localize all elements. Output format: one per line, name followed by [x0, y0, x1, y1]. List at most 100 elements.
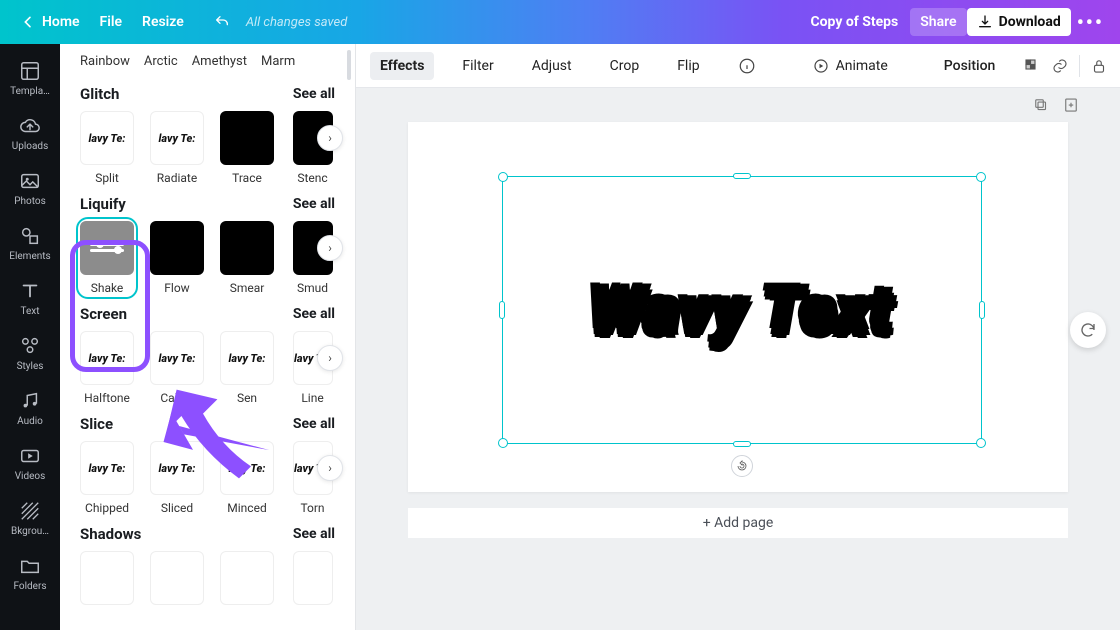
nav-styles[interactable]: Styles: [0, 327, 60, 376]
tool-flip[interactable]: Flip: [667, 52, 709, 80]
tool-effects[interactable]: Effects: [370, 52, 434, 80]
tool-info[interactable]: [728, 51, 766, 81]
cloud-upload-icon: [19, 115, 41, 137]
section-title: Slice: [80, 415, 113, 433]
canvas-page[interactable]: Wavy Text: [408, 122, 1068, 492]
chevron-left-icon: [20, 14, 36, 30]
resize-edge[interactable]: [979, 301, 985, 319]
effect-radiate[interactable]: lavy Te:Radiate: [150, 111, 204, 185]
resize-handle[interactable]: [498, 172, 508, 182]
resize-handle[interactable]: [976, 172, 986, 182]
effect-split[interactable]: lavy Te:Split: [80, 111, 134, 185]
refresh-icon: [1079, 321, 1097, 339]
section-title: Liquify: [80, 195, 126, 213]
transparency-button[interactable]: [1023, 57, 1041, 75]
nav-templates[interactable]: Templa…: [0, 52, 60, 101]
link-button[interactable]: [1051, 57, 1069, 75]
effect-shadow-2[interactable]: [150, 551, 204, 605]
hatch-icon: [19, 500, 41, 522]
info-icon: [738, 57, 756, 75]
home-button[interactable]: Home: [10, 8, 90, 36]
text-element[interactable]: Wavy Text: [503, 177, 981, 443]
folder-icon: [19, 555, 41, 577]
effects-panel: Rainbow Arctic Amethyst Marm Glitch See a…: [60, 44, 356, 630]
tool-crop[interactable]: Crop: [600, 52, 650, 80]
shapes-icon: [19, 225, 41, 247]
scroll-right-button[interactable]: ›: [317, 345, 343, 371]
category-chip[interactable]: Arctic: [144, 54, 178, 69]
canvas-toolbar: Effects Filter Adjust Crop Flip Animate …: [356, 44, 1120, 88]
file-menu[interactable]: File: [90, 8, 133, 36]
effect-trace[interactable]: Trace: [220, 111, 274, 185]
see-all-link[interactable]: See all: [293, 196, 335, 212]
download-button[interactable]: Download: [967, 8, 1071, 36]
canvas-stage: Wavy Text + Add page: [356, 88, 1120, 630]
add-page-button[interactable]: [1062, 96, 1080, 118]
download-icon: [977, 14, 993, 30]
tutorial-arrow: [150, 380, 280, 504]
category-chip[interactable]: Marm: [261, 54, 295, 69]
music-icon: [19, 390, 41, 412]
resize-edge[interactable]: [733, 173, 751, 179]
add-page-icon: [1062, 96, 1080, 114]
see-all-link[interactable]: See all: [293, 86, 335, 102]
see-all-link[interactable]: See all: [293, 306, 335, 322]
animate-icon: [812, 57, 830, 75]
see-all-link[interactable]: See all: [293, 526, 335, 542]
nav-folders[interactable]: Folders: [0, 547, 60, 596]
undo-icon: [214, 14, 230, 30]
selection-box[interactable]: Wavy Text: [502, 176, 982, 444]
see-all-link[interactable]: See all: [293, 416, 335, 432]
video-icon: [19, 445, 41, 467]
tool-adjust[interactable]: Adjust: [522, 52, 582, 80]
resize-edge[interactable]: [499, 301, 505, 319]
category-chip[interactable]: Amethyst: [192, 54, 247, 69]
link-icon: [1051, 57, 1069, 75]
effect-shadow-1[interactable]: [80, 551, 134, 605]
home-label: Home: [42, 14, 80, 30]
effect-shadow-4[interactable]: [290, 551, 335, 605]
tool-animate[interactable]: Animate: [802, 51, 898, 81]
more-menu[interactable]: •••: [1071, 10, 1110, 34]
rotate-icon: [736, 460, 748, 472]
effect-flow[interactable]: Flow: [150, 221, 204, 295]
nav-audio[interactable]: Audio: [0, 382, 60, 431]
add-page-bar[interactable]: + Add page: [408, 508, 1068, 538]
section-liquify: LiquifySee all Shake Flow Smear Smud ›: [60, 185, 355, 295]
templates-icon: [19, 60, 41, 82]
nav-uploads[interactable]: Uploads: [0, 107, 60, 156]
duplicate-page-button[interactable]: [1032, 96, 1050, 118]
effect-smear[interactable]: Smear: [220, 221, 274, 295]
undo-button[interactable]: [204, 8, 240, 36]
effect-shake[interactable]: Shake: [80, 221, 134, 295]
resize-edge[interactable]: [733, 441, 751, 447]
effect-shadow-3[interactable]: [220, 551, 274, 605]
category-chip[interactable]: Rainbow: [80, 54, 130, 69]
share-button[interactable]: Share: [910, 8, 966, 36]
nav-videos[interactable]: Videos: [0, 437, 60, 486]
rotate-handle[interactable]: [731, 455, 753, 477]
resize-handle[interactable]: [498, 438, 508, 448]
floating-reset-button[interactable]: [1070, 312, 1106, 348]
scroll-right-button[interactable]: ›: [317, 125, 343, 151]
scroll-right-button[interactable]: ›: [317, 235, 343, 261]
scroll-right-button[interactable]: ›: [317, 455, 343, 481]
section-title: Glitch: [80, 85, 119, 103]
palette-icon: [19, 335, 41, 357]
effect-chipped[interactable]: lavy Te:Chipped: [80, 441, 134, 515]
tool-position[interactable]: Position: [934, 52, 1006, 80]
scrollbar[interactable]: [347, 50, 351, 80]
section-title: Shadows: [80, 525, 141, 543]
nav-text[interactable]: Text: [0, 272, 60, 321]
tool-filter[interactable]: Filter: [452, 52, 503, 80]
top-bar: Home File Resize All changes saved Copy …: [0, 0, 1120, 44]
saved-status: All changes saved: [246, 15, 347, 30]
effect-halftone[interactable]: lavy Te:Halftone: [80, 331, 134, 405]
nav-elements[interactable]: Elements: [0, 217, 60, 266]
lock-button[interactable]: [1090, 57, 1108, 75]
document-title[interactable]: Copy of Steps: [810, 14, 898, 30]
nav-photos[interactable]: Photos: [0, 162, 60, 211]
nav-background[interactable]: Bkgrou…: [0, 492, 60, 541]
resize-menu[interactable]: Resize: [132, 8, 194, 36]
resize-handle[interactable]: [976, 438, 986, 448]
